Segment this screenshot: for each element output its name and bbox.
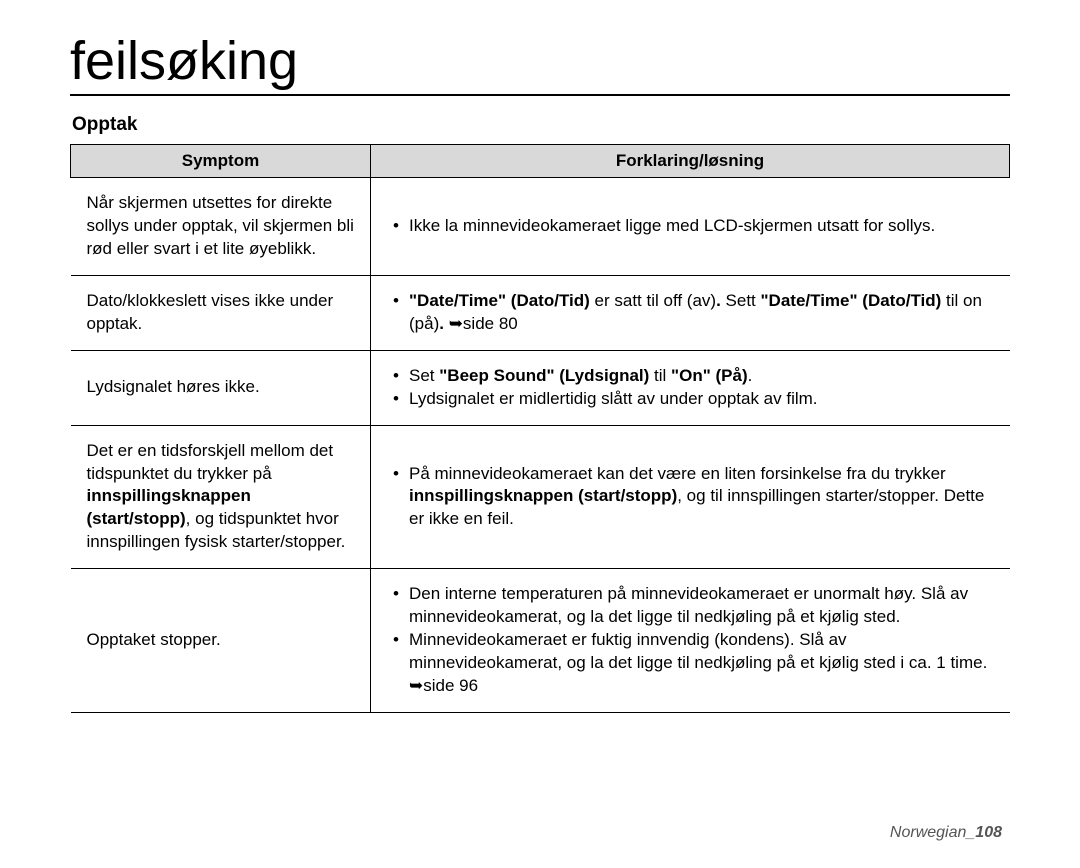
list-item: Set "Beep Sound" (Lydsignal) til "On" (P… xyxy=(387,365,994,388)
document-page: feilsøking Opptak Symptom Forklaring/løs… xyxy=(0,0,1080,868)
explanation-list: På minnevideokameraet kan det være en li… xyxy=(387,463,994,532)
explanation-cell: Ikke la minnevideokameraet ligge med LCD… xyxy=(371,178,1010,276)
symptom-cell: Opptaket stopper. xyxy=(71,569,371,713)
symptom-cell: Det er en tidsforskjell mellom det tidsp… xyxy=(71,425,371,569)
list-item: Ikke la minnevideokameraet ligge med LCD… xyxy=(387,215,994,238)
table-row: Opptaket stopper. Den interne temperature… xyxy=(71,569,1010,713)
list-item: På minnevideokameraet kan det være en li… xyxy=(387,463,994,532)
explanation-cell: På minnevideokameraet kan det være en li… xyxy=(371,425,1010,569)
header-explanation: Forklaring/løsning xyxy=(371,145,1010,178)
explanation-cell: Set "Beep Sound" (Lydsignal) til "On" (P… xyxy=(371,350,1010,425)
table-row: Dato/klokkeslett vises ikke under opptak… xyxy=(71,275,1010,350)
page-title: feilsøking xyxy=(70,30,1010,92)
symptom-cell: Dato/klokkeslett vises ikke under opptak… xyxy=(71,275,371,350)
section-heading: Opptak xyxy=(72,114,1010,136)
explanation-list: Ikke la minnevideokameraet ligge med LCD… xyxy=(387,215,994,238)
table-header-row: Symptom Forklaring/løsning xyxy=(71,145,1010,178)
explanation-list: Set "Beep Sound" (Lydsignal) til "On" (P… xyxy=(387,365,994,411)
list-item: "Date/Time" (Dato/Tid) er satt til off (… xyxy=(387,290,994,336)
explanation-cell: "Date/Time" (Dato/Tid) er satt til off (… xyxy=(371,275,1010,350)
footer-page-number: 108 xyxy=(975,824,1002,841)
explanation-list: "Date/Time" (Dato/Tid) er satt til off (… xyxy=(387,290,994,336)
list-item: Lydsignalet er midlertidig slått av unde… xyxy=(387,388,994,411)
explanation-list: Den interne temperaturen på minnevideoka… xyxy=(387,583,994,698)
footer-language: Norwegian xyxy=(890,824,966,841)
table-row: Det er en tidsforskjell mellom det tidsp… xyxy=(71,425,1010,569)
table-row: Lydsignalet høres ikke. Set "Beep Sound" … xyxy=(71,350,1010,425)
symptom-cell: Lydsignalet høres ikke. xyxy=(71,350,371,425)
table-row: Når skjermen utsettes for direkte sollys… xyxy=(71,178,1010,276)
symptom-cell: Når skjermen utsettes for direkte sollys… xyxy=(71,178,371,276)
page-footer: Norwegian_108 xyxy=(890,824,1002,842)
troubleshoot-table: Symptom Forklaring/løsning Når skjermen … xyxy=(70,144,1010,713)
list-item: Minnevideokameraet er fuktig innvendig (… xyxy=(387,629,994,698)
title-wrap: feilsøking xyxy=(70,30,1010,96)
header-symptom: Symptom xyxy=(71,145,371,178)
explanation-cell: Den interne temperaturen på minnevideoka… xyxy=(371,569,1010,713)
list-item: Den interne temperaturen på minnevideoka… xyxy=(387,583,994,629)
footer-sep: _ xyxy=(966,824,975,841)
